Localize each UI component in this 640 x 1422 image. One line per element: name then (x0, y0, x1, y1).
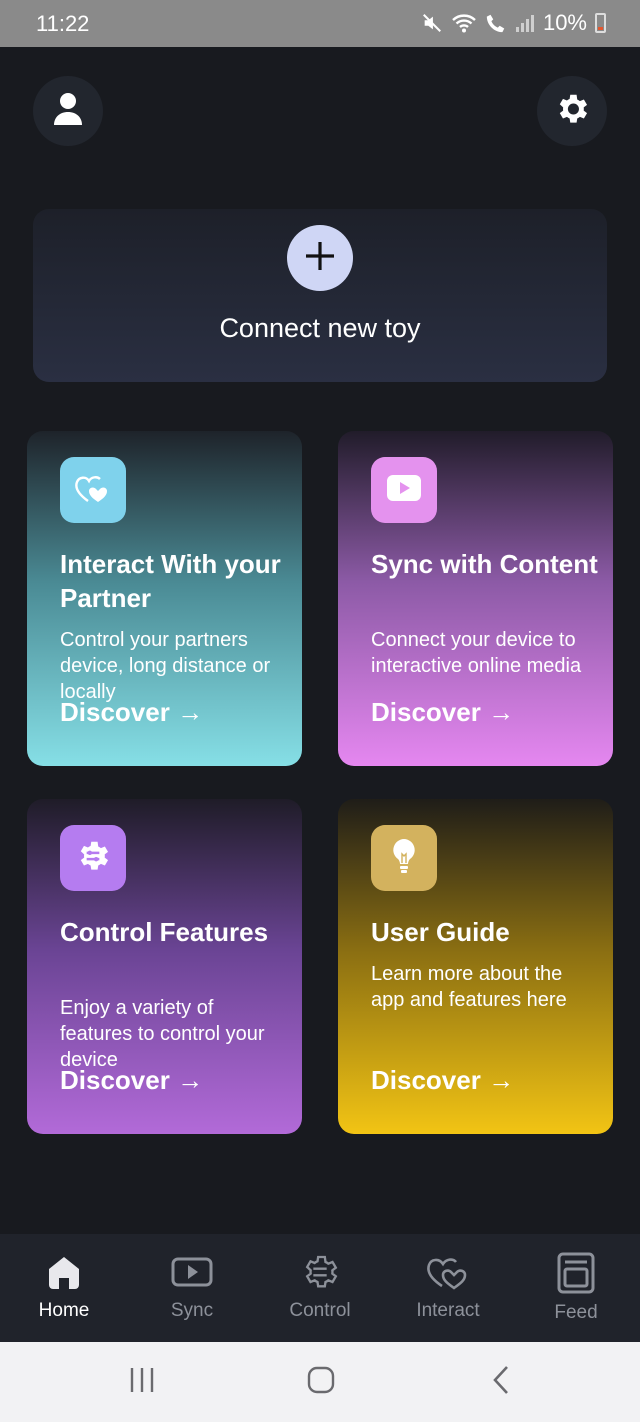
home-icon (44, 1252, 84, 1300)
recents-icon (128, 1367, 156, 1398)
system-navigation-bar (0, 1342, 640, 1422)
connect-new-toy-card[interactable]: Connect new toy (33, 209, 607, 382)
back-button[interactable] (481, 1362, 521, 1402)
nav-label: Control (289, 1300, 351, 1321)
wifi-call-icon (485, 12, 507, 34)
play-icon (170, 1252, 214, 1300)
user-guide-card[interactable]: User Guide Learn more about the app and … (338, 799, 613, 1134)
settings-button[interactable] (537, 76, 607, 146)
plus-icon (303, 239, 337, 278)
bottom-navigation: Home Sync Control Interact Feed (0, 1234, 640, 1342)
card-title: Sync with Content (371, 549, 598, 579)
discover-link[interactable]: Discover → (371, 697, 514, 728)
mute-icon (421, 12, 443, 34)
nav-label: Sync (170, 1300, 214, 1321)
card-description: Learn more about the app and features he… (371, 963, 567, 1011)
hearts-icon (425, 1252, 471, 1300)
status-time: 11:22 (36, 11, 90, 36)
discover-link[interactable]: Discover → (60, 697, 203, 728)
lightbulb-icon (389, 837, 419, 880)
status-bar: 11:22 10% (0, 0, 640, 47)
card-title: User Guide (371, 917, 510, 947)
nav-sync[interactable]: Sync (128, 1234, 256, 1342)
discover-link[interactable]: Discover → (60, 1065, 203, 1096)
nav-label: Interact (416, 1300, 480, 1321)
card-description: Control your partners device, long dista… (60, 629, 271, 703)
interact-card[interactable]: Interact With your Partner Control your … (27, 431, 302, 766)
nav-interact[interactable]: Interact (384, 1234, 512, 1342)
person-icon (53, 92, 83, 131)
recents-button[interactable] (122, 1362, 162, 1402)
card-title: Interact With your Partner (60, 549, 281, 613)
app-screen: Connect new toy Interact With your Partn… (0, 47, 640, 1234)
hearts-icon (74, 471, 112, 510)
nav-label: Home (38, 1300, 90, 1321)
card-icon-box (60, 457, 126, 523)
card-icon-box (60, 825, 126, 891)
gear-sliders-icon (299, 1252, 341, 1300)
wifi-icon (451, 12, 477, 34)
discover-link[interactable]: Discover → (371, 1065, 514, 1096)
chip-icon (74, 837, 112, 880)
nav-label: Feed (554, 1302, 598, 1323)
nav-home[interactable]: Home (0, 1234, 128, 1342)
card-description: Enjoy a variety of features to control y… (60, 997, 265, 1071)
profile-button[interactable] (33, 76, 103, 146)
status-icons: 10% (421, 10, 606, 36)
plus-button[interactable] (287, 225, 353, 291)
play-icon (386, 474, 422, 507)
home-system-button[interactable] (301, 1362, 341, 1402)
home-circle-icon (307, 1366, 335, 1399)
back-icon (491, 1365, 511, 1400)
battery-text: 10% (542, 10, 587, 35)
nav-control[interactable]: Control (256, 1234, 384, 1342)
control-features-card[interactable]: Control Features Enjoy a variety of feat… (27, 799, 302, 1134)
sync-card[interactable]: Sync with Content Connect your device to… (338, 431, 613, 766)
feed-icon (556, 1252, 596, 1302)
card-icon-box (371, 825, 437, 891)
card-title: Control Features (60, 917, 269, 947)
nav-feed[interactable]: Feed (512, 1234, 640, 1342)
card-description: Connect your device to interactive onlin… (371, 629, 582, 677)
card-icon-box (371, 457, 437, 523)
signal-icon (515, 13, 535, 33)
connect-label: Connect new toy (219, 313, 421, 343)
battery-icon (595, 13, 606, 33)
gear-icon (553, 90, 591, 133)
